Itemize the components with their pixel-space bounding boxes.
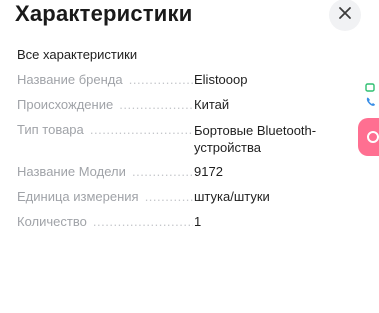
- page-title: Характеристики: [15, 1, 193, 26]
- floating-action-button[interactable]: [358, 118, 379, 156]
- spec-value: Бортовые Bluetooth-устройства: [194, 123, 317, 155]
- spec-label: Единица измерения: [17, 189, 141, 204]
- leader-dots: ........................................: [144, 189, 193, 204]
- phone-icon: [365, 95, 377, 113]
- section-title: Все характеристики: [17, 47, 138, 62]
- spec-value: Китай: [194, 97, 230, 112]
- spec-label: Название Модели: [17, 164, 128, 179]
- spec-label: Тип товара: [17, 122, 86, 137]
- leader-dots: ........................................: [89, 122, 193, 137]
- close-button[interactable]: [329, 0, 361, 31]
- spec-label: Название бренда: [17, 72, 125, 87]
- spec-label: Количество: [17, 214, 89, 229]
- leader-dots: ........................................: [131, 164, 193, 179]
- spec-value: штука/штуки: [194, 189, 270, 204]
- spec-value: Elistooop: [194, 72, 248, 87]
- leader-dots: ........................................: [119, 97, 193, 112]
- spec-label: Происхождение: [17, 97, 116, 112]
- service-icon: [367, 131, 379, 143]
- leader-dots: ........................................: [92, 214, 193, 229]
- side-contact-widget[interactable]: [362, 78, 379, 112]
- close-icon: [338, 6, 352, 25]
- leader-dots: ........................................: [128, 72, 193, 87]
- spec-value: 1: [194, 214, 202, 229]
- characteristics-sheet: Характеристики Все характеристики Назван…: [0, 0, 379, 313]
- spec-value: 9172: [194, 164, 223, 179]
